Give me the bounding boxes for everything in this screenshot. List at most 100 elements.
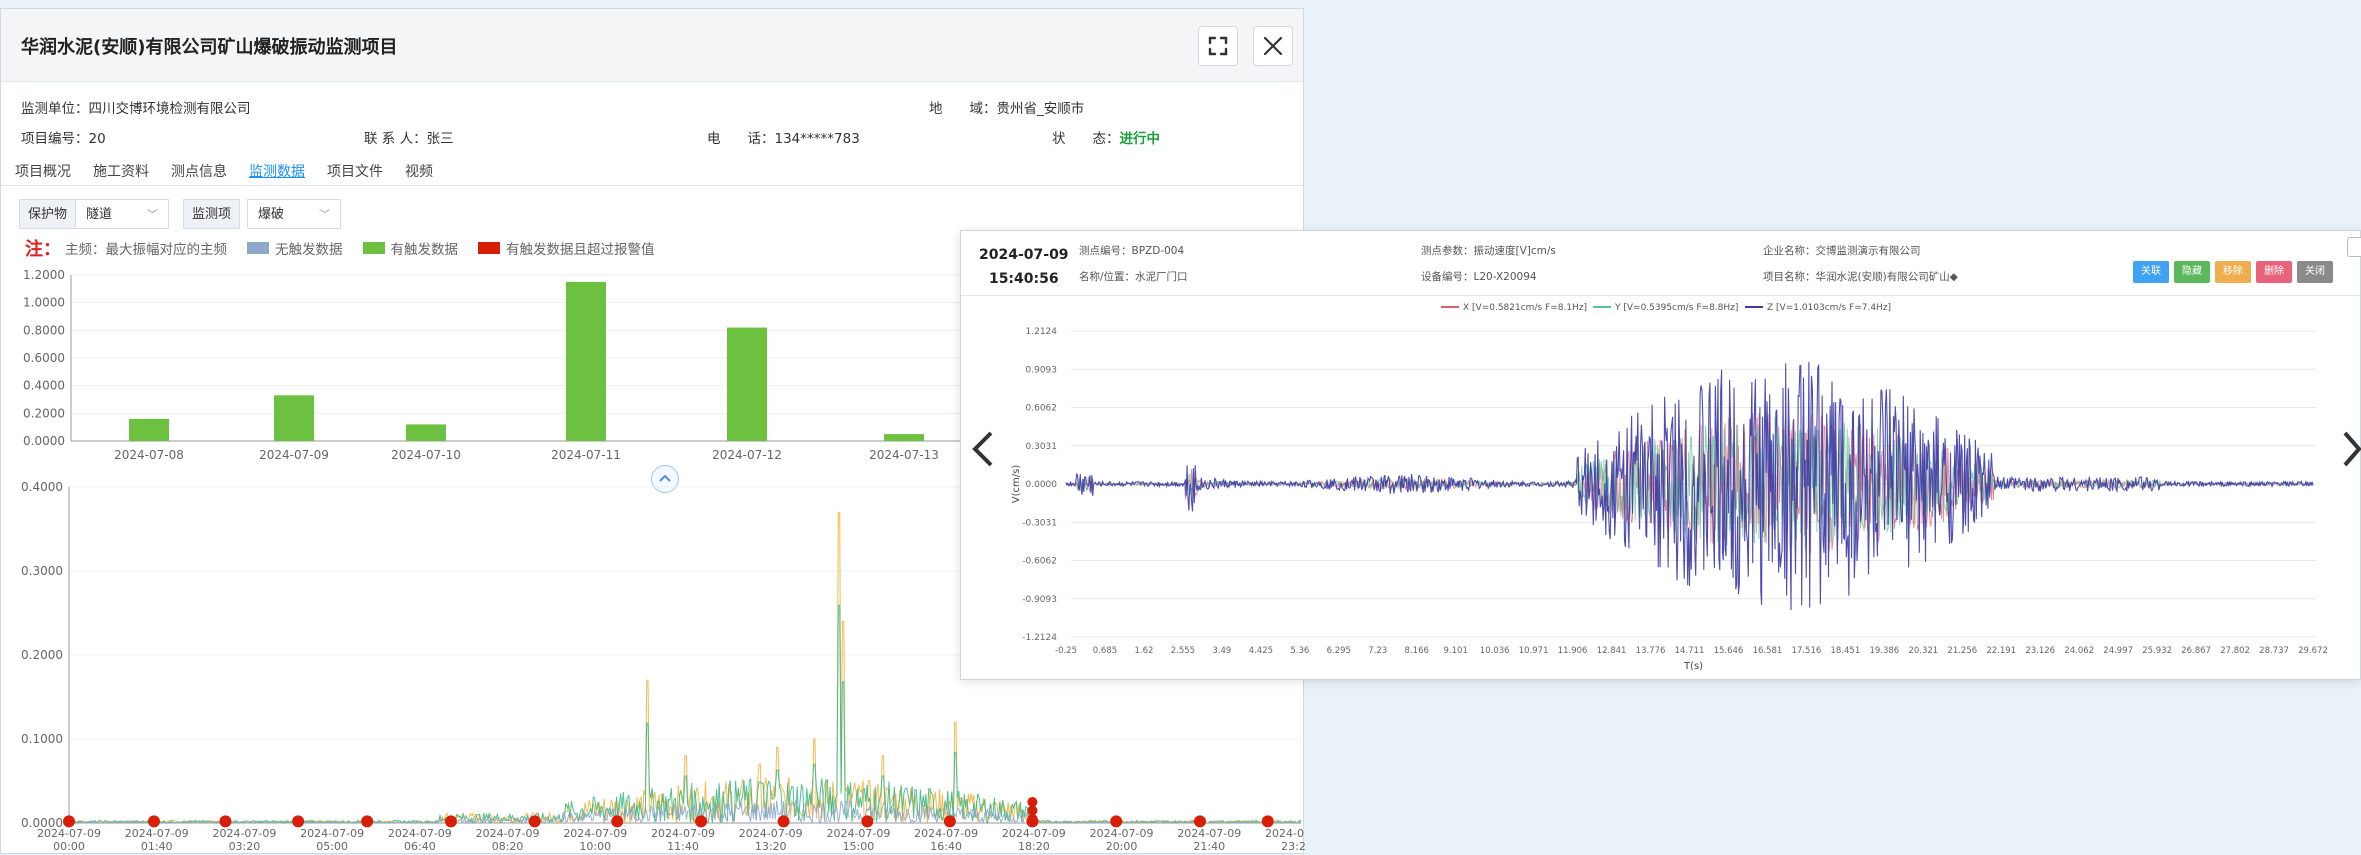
- x-tick-date: 2024-07-09: [651, 827, 715, 840]
- x-tick-label: 2024-07-11: [551, 448, 621, 462]
- protect-label: 保护物: [19, 199, 77, 229]
- y-tick-label: 1.2124: [1026, 327, 1058, 337]
- remove-button[interactable]: 移除: [2215, 261, 2251, 283]
- protect-select[interactable]: 隧道 ﹀: [75, 199, 169, 229]
- y-tick-label: 0.2000: [23, 406, 65, 420]
- x-tick-date: 2024-07-09: [388, 827, 452, 840]
- region: 地 域：贵州省_安顺市: [929, 101, 1085, 117]
- item-label: 监测项: [183, 199, 241, 229]
- x-tick-label: 27.802: [2220, 646, 2250, 656]
- x-tick-label: 11.906: [1558, 646, 1588, 656]
- x-tick-label: 10.036: [1480, 646, 1510, 656]
- protect-value: 隧道: [86, 207, 113, 222]
- main-header: 华润水泥(安顺)有限公司矿山爆破振动监测项目: [1, 9, 1303, 82]
- tab-divider: [1, 185, 1303, 186]
- tab-overview[interactable]: 项目概况: [15, 161, 71, 181]
- y-tick-label: 0.6062: [1026, 404, 1058, 414]
- waveform-chart: X [V=0.5821cm/s F=8.1Hz] Y [V=0.5395cm/s …: [1011, 303, 2328, 672]
- alarm-point: [528, 815, 541, 828]
- x-tick-time: 10:00: [579, 840, 611, 853]
- project-name: 项目名称：华润水泥(安顺)有限公司矿山◆: [1763, 271, 1958, 283]
- alarm-point: [1193, 815, 1206, 828]
- point-number: 测点编号：BPZD-004: [1079, 245, 1185, 257]
- bar: [727, 327, 767, 441]
- x-tick-date: 2024-07-09: [1265, 827, 1305, 840]
- monitor-unit: 监测单位：四川交博环境检测有限公司: [21, 101, 251, 117]
- project-number: 项目编号：20: [21, 131, 106, 147]
- tab-files[interactable]: 项目文件: [327, 161, 383, 181]
- chevron-down-icon: ﹀: [147, 208, 158, 221]
- note-text: 主频：最大振幅对应的主频: [65, 242, 227, 258]
- x-tick-label: 2024-07-12: [712, 448, 782, 462]
- y-axis-label: V(cm/s): [1011, 465, 1022, 504]
- company-name: 企业名称：交博监测演示有限公司: [1763, 245, 1921, 257]
- x-tick-label: 21.256: [1947, 646, 1977, 656]
- popup-checkbox[interactable]: [2347, 237, 2361, 257]
- x-tick-label: 24.062: [2064, 646, 2094, 656]
- tab-construction[interactable]: 施工资料: [93, 161, 149, 181]
- chevron-right-icon[interactable]: [2341, 427, 2361, 479]
- alarm-point: [1110, 815, 1123, 828]
- popup-datetime: 2024-07-09 15:40:56: [979, 243, 1069, 291]
- alarm-point: [361, 815, 374, 828]
- x-tick-time: 01:40: [141, 840, 173, 853]
- hide-button[interactable]: 隐藏: [2174, 261, 2210, 283]
- x-tick-label: 1.62: [1134, 646, 1153, 656]
- link-button[interactable]: 关联: [2133, 261, 2169, 283]
- x-tick-time: 23:20: [1281, 840, 1305, 853]
- x-tick-label: 15.646: [1714, 646, 1744, 656]
- chart-legend: 注： 主频：最大振幅对应的主频 无触发数据 有触发数据 有触发数据且超过报警值: [25, 235, 655, 261]
- x-tick-time: 15:00: [843, 840, 875, 853]
- y-tick-label: 0.3000: [21, 564, 63, 578]
- y-tick-label: -0.3031: [1022, 518, 1057, 528]
- x-tick-time: 03:20: [229, 840, 261, 853]
- alarm-point: [63, 815, 75, 828]
- contact: 联 系 人：张三: [364, 131, 454, 147]
- x-tick-label: 20.321: [1908, 646, 1938, 656]
- x-tick-label: 23.126: [2025, 646, 2055, 656]
- y-tick-label: 0.4000: [21, 480, 63, 494]
- chevron-left-icon[interactable]: [969, 427, 997, 479]
- x-tick-label: 25.932: [2142, 646, 2172, 656]
- x-tick-label: -0.25: [1055, 646, 1077, 656]
- legend-swatch-triggered: [362, 242, 385, 254]
- legend-swatch-untriggered: [247, 242, 269, 254]
- delete-button[interactable]: 删除: [2256, 261, 2292, 283]
- x-tick-date: 2024-07-09: [125, 827, 189, 840]
- item-select[interactable]: 爆破 ﹀: [247, 199, 341, 229]
- x-tick-date: 2024-07-09: [739, 827, 803, 840]
- item-value: 爆破: [258, 207, 285, 222]
- x-tick-label: 6.295: [1327, 646, 1351, 656]
- x-tick-label: 24.997: [2103, 646, 2133, 656]
- alarm-point: [1027, 797, 1038, 807]
- tab-points[interactable]: 测点信息: [171, 161, 227, 181]
- x-tick-time: 20:00: [1106, 840, 1138, 853]
- alarm-point: [695, 815, 708, 828]
- bar: [884, 434, 924, 441]
- legend-untriggered[interactable]: 无触发数据: [275, 238, 343, 258]
- close-button[interactable]: 关闭: [2297, 261, 2333, 283]
- popup-time: 15:40:56: [988, 271, 1059, 287]
- x-tick-time: 18:20: [1018, 840, 1050, 853]
- expand-icon[interactable]: [1198, 26, 1238, 66]
- legend-triggered[interactable]: 有触发数据: [391, 238, 459, 258]
- legend-alarm[interactable]: 有触发数据且超过报警值: [506, 238, 655, 258]
- x-tick-label: 19.386: [1869, 646, 1899, 656]
- x-tick-label: 2024-07-09: [259, 448, 329, 462]
- x-tick-label: 14.711: [1675, 646, 1705, 656]
- x-tick-date: 2024-07-09: [826, 827, 890, 840]
- tab-video[interactable]: 视频: [405, 161, 433, 181]
- legend-label: X [V=0.5821cm/s F=8.1Hz]: [1463, 303, 1587, 313]
- waveform-popup: 2024-07-09 15:40:56 测点编号：BPZD-004 名称/位置：…: [960, 230, 2361, 680]
- legend-swatch-alarm: [478, 242, 500, 254]
- x-tick-label: 22.191: [1986, 646, 2016, 656]
- close-icon[interactable]: [1253, 26, 1293, 66]
- x-tick-label: 13.776: [1636, 646, 1666, 656]
- bar: [129, 418, 169, 441]
- tab-monitor-data[interactable]: 监测数据: [249, 161, 305, 181]
- y-tick-label: 0.4000: [23, 379, 65, 393]
- x-tick-date: 2024-07-09: [1090, 827, 1154, 840]
- x-tick-label: 2024-07-13: [869, 448, 939, 462]
- x-tick-time: 16:40: [930, 840, 962, 853]
- x-tick-label: 2.555: [1171, 646, 1195, 656]
